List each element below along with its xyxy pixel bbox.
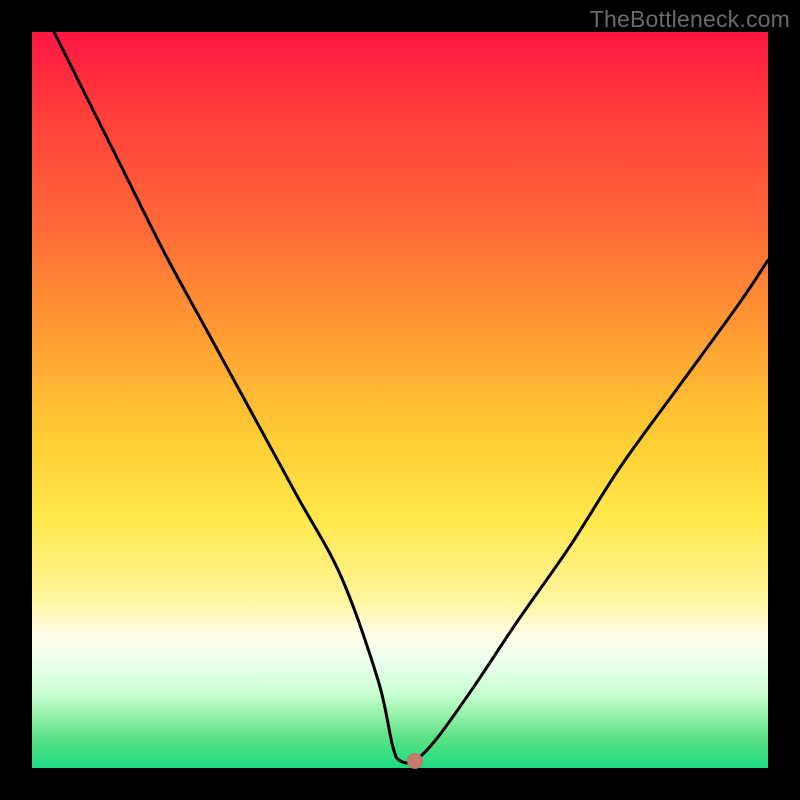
bottleneck-curve bbox=[32, 32, 768, 768]
curve-path bbox=[32, 0, 768, 763]
watermark-text: TheBottleneck.com bbox=[590, 6, 790, 33]
chart-frame: TheBottleneck.com bbox=[0, 0, 800, 800]
minimum-marker bbox=[407, 753, 423, 769]
